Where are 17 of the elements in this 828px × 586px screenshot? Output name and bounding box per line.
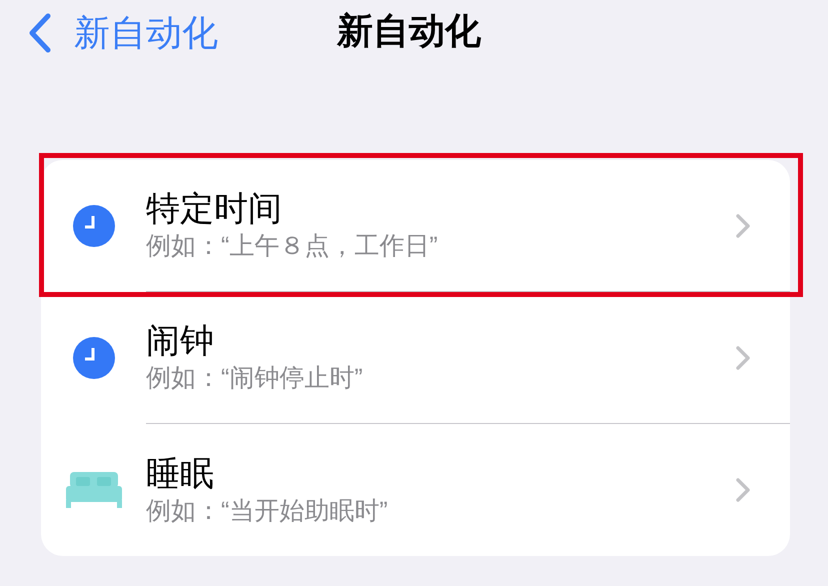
row-title: 特定时间 <box>146 192 283 226</box>
row-title: 睡眠 <box>146 456 215 490</box>
chevron-icon <box>736 478 750 502</box>
row-subtitle: 例如：“闹钟停止时” <box>146 366 364 391</box>
chevron-icon <box>736 346 750 370</box>
row-subtitle: 例如：“上午８点，工作日” <box>146 234 439 259</box>
clock-icon <box>72 337 114 379</box>
row-title: 闹钟 <box>146 324 215 358</box>
bed-icon <box>66 472 122 508</box>
automation-row[interactable]: 睡眠 例如：“当开始助眠时” <box>41 424 790 556</box>
automation-row[interactable]: 闹钟 例如：“闹钟停止时” <box>41 292 790 424</box>
page-title: 新自动化 <box>337 13 481 49</box>
chevron-icon <box>736 214 750 238</box>
row-subtitle: 例如：“当开始助眠时” <box>146 498 389 524</box>
back-chevron-icon <box>28 13 52 53</box>
automation-row[interactable]: 特定时间 例如：“上午８点，工作日” <box>41 160 790 292</box>
clock-icon <box>72 205 114 247</box>
